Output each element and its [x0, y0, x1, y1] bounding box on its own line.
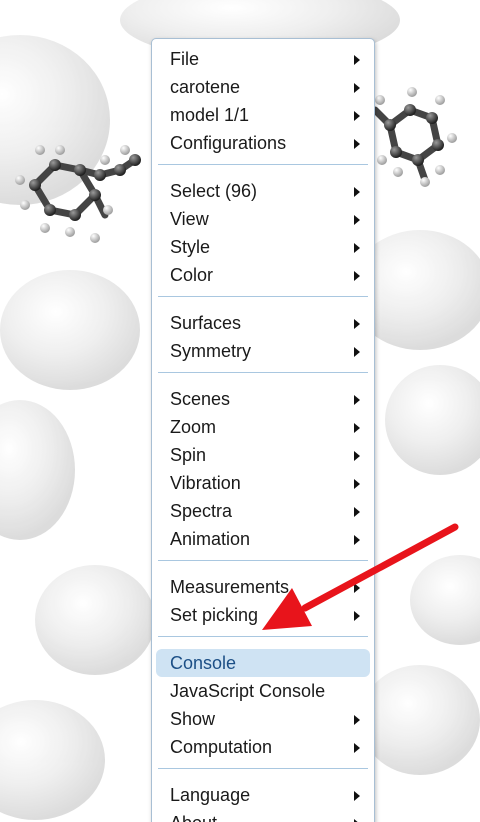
menu-separator [158, 296, 368, 297]
menu-item-animation[interactable]: Animation [156, 525, 370, 553]
menu-item-label: Show [170, 709, 216, 729]
menu-item-label: Language [170, 785, 251, 805]
menu-item-label: Scenes [170, 389, 231, 409]
menu-item-label: File [170, 49, 200, 69]
menu-item-show[interactable]: Show [156, 705, 370, 733]
menu-item-model-1-1[interactable]: model 1/1 [156, 101, 370, 129]
submenu-arrow-icon [354, 791, 360, 801]
menu-item-label: Measurements [170, 577, 290, 597]
menu-item-console[interactable]: Console [156, 649, 370, 677]
menu-item-zoom[interactable]: Zoom [156, 413, 370, 441]
menu-item-configurations[interactable]: Configurations [156, 129, 370, 157]
menu-item-symmetry[interactable]: Symmetry [156, 337, 370, 365]
menu-separator [158, 164, 368, 165]
menu-item-spectra[interactable]: Spectra [156, 497, 370, 525]
menu-item-label: Select (96) [170, 181, 258, 201]
submenu-arrow-icon [354, 271, 360, 281]
menu-item-select-96[interactable]: Select (96) [156, 177, 370, 205]
submenu-arrow-icon [354, 479, 360, 489]
submenu-arrow-icon [354, 347, 360, 357]
menu-item-measurements[interactable]: Measurements [156, 573, 370, 601]
menu-item-label: Vibration [170, 473, 241, 493]
menu-separator [158, 560, 368, 561]
menu-item-label: Spectra [170, 501, 233, 521]
submenu-arrow-icon [354, 423, 360, 433]
submenu-arrow-icon [354, 715, 360, 725]
menu-item-javascript-console[interactable]: JavaScript Console [156, 677, 370, 705]
menu-item-label: Set picking [170, 605, 259, 625]
menu-item-surfaces[interactable]: Surfaces [156, 309, 370, 337]
submenu-arrow-icon [354, 535, 360, 545]
submenu-arrow-icon [354, 55, 360, 65]
menu-item-spin[interactable]: Spin [156, 441, 370, 469]
menu-item-label: JavaScript Console [170, 681, 326, 701]
menu-separator [158, 636, 368, 637]
menu-item-set-picking[interactable]: Set picking [156, 601, 370, 629]
submenu-arrow-icon [354, 139, 360, 149]
submenu-arrow-icon [354, 111, 360, 121]
submenu-arrow-icon [354, 743, 360, 753]
submenu-arrow-icon [354, 451, 360, 461]
menu-item-label: Configurations [170, 133, 287, 153]
menu-group: File carotene model 1/1 Configurations [152, 45, 374, 157]
menu-separator [158, 372, 368, 373]
menu-item-label: Symmetry [170, 341, 251, 361]
menu-group: Scenes Zoom Spin Vibration Spectra Animation [152, 385, 374, 553]
submenu-arrow-icon [354, 83, 360, 93]
menu-group: Language About... [152, 781, 374, 822]
submenu-arrow-icon [354, 319, 360, 329]
menu-item-label: carotene [170, 77, 241, 97]
context-menu: File carotene model 1/1 Configurations Selec… [151, 38, 375, 822]
menu-item-label: Surfaces [170, 313, 242, 333]
menu-group: Console JavaScript Console Show Computation [152, 649, 374, 761]
menu-item-label: Computation [170, 737, 273, 757]
menu-item-label: Spin [170, 445, 207, 465]
menu-separator [158, 768, 368, 769]
menu-item-scenes[interactable]: Scenes [156, 385, 370, 413]
menu-item-color[interactable]: Color [156, 261, 370, 289]
menu-item-computation[interactable]: Computation [156, 733, 370, 761]
menu-item-label: Zoom [170, 417, 217, 437]
submenu-arrow-icon [354, 215, 360, 225]
menu-item-label: Animation [170, 529, 251, 549]
submenu-arrow-icon [354, 507, 360, 517]
menu-item-file[interactable]: File [156, 45, 370, 73]
menu-item-label: View [170, 209, 209, 229]
submenu-arrow-icon [354, 583, 360, 593]
menu-item-label: Console [170, 653, 237, 673]
submenu-arrow-icon [354, 187, 360, 197]
menu-item-view[interactable]: View [156, 205, 370, 233]
menu-item-language[interactable]: Language [156, 781, 370, 809]
menu-item-label: Style [170, 237, 211, 257]
submenu-arrow-icon [354, 243, 360, 253]
menu-group: Select (96) View Style Color [152, 177, 374, 289]
menu-item-label: Color [170, 265, 214, 285]
menu-item-carotene[interactable]: carotene [156, 73, 370, 101]
menu-group: Measurements Set picking [152, 573, 374, 629]
menu-item-label: About... [170, 813, 232, 822]
submenu-arrow-icon [354, 611, 360, 621]
menu-item-vibration[interactable]: Vibration [156, 469, 370, 497]
molecule-viewer-canvas[interactable]: File carotene model 1/1 Configurations Selec… [0, 0, 480, 822]
menu-item-about[interactable]: About... [156, 809, 370, 822]
menu-item-style[interactable]: Style [156, 233, 370, 261]
submenu-arrow-icon [354, 395, 360, 405]
menu-group: Surfaces Symmetry [152, 309, 374, 365]
menu-item-label: model 1/1 [170, 105, 250, 125]
